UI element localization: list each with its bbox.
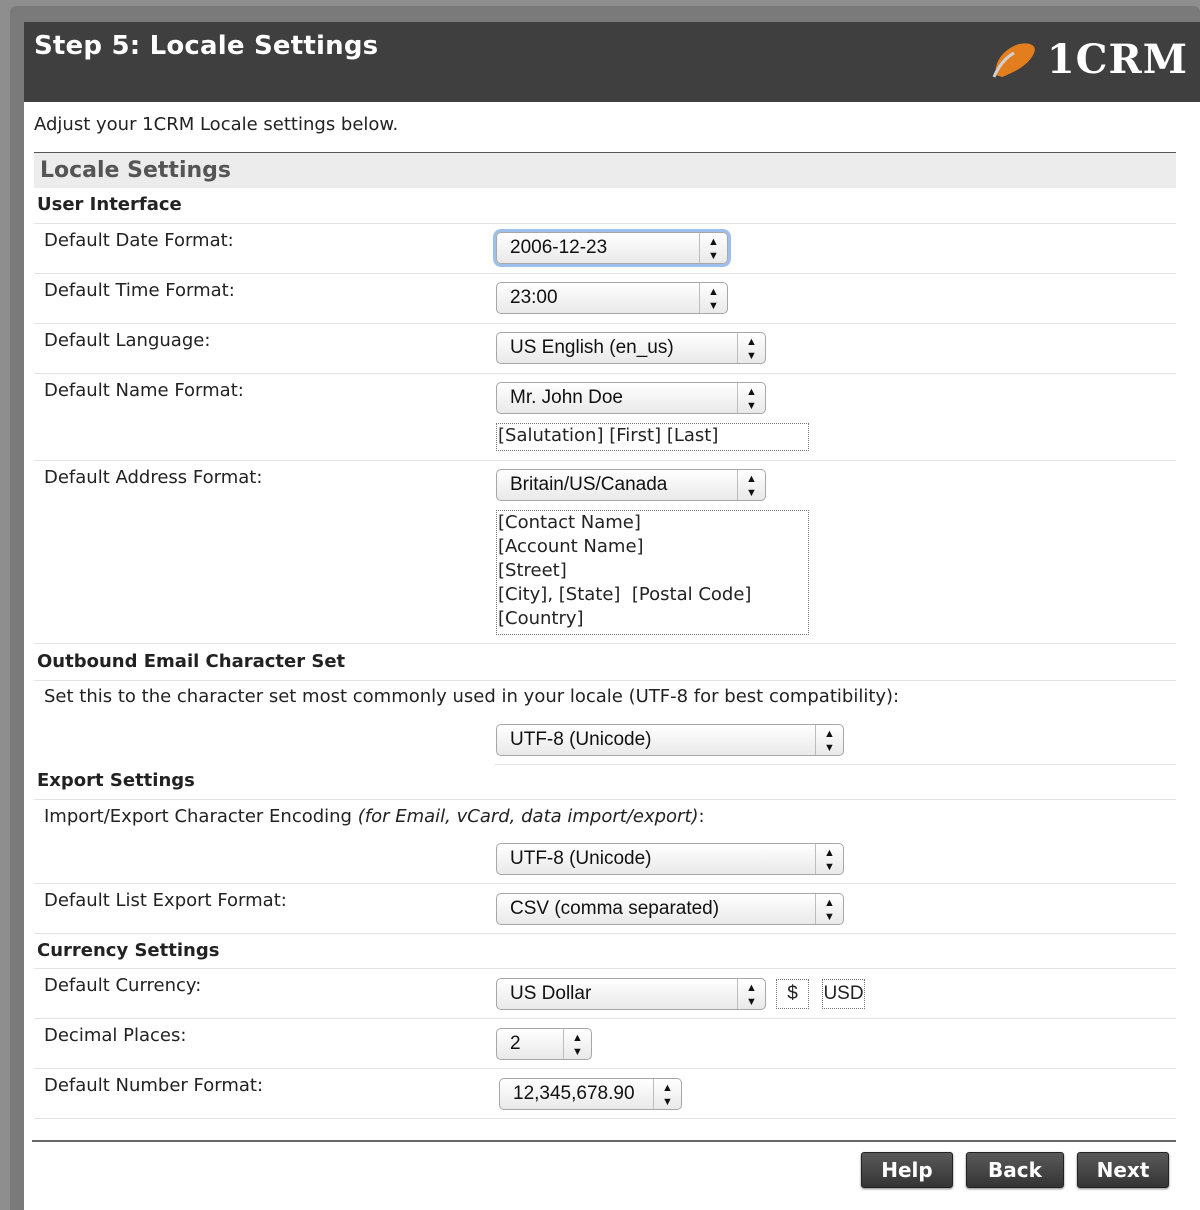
divider [34, 1018, 1176, 1019]
language-select[interactable]: US English (en_us) ▲ ▼ [496, 332, 766, 364]
currency-select[interactable]: US Dollar ▲ ▼ [496, 978, 766, 1010]
logo-text: 1CRM [1046, 36, 1188, 83]
divider [34, 1068, 1176, 1069]
export-encoding-select[interactable]: UTF-8 (Unicode) ▲ ▼ [496, 843, 844, 875]
divider [34, 223, 1176, 224]
name-format-preview[interactable]: [Salutation] [First] [Last] [496, 423, 809, 451]
language-label: Default Language: [44, 330, 211, 351]
divider [34, 323, 1176, 324]
date-format-value: 2006-12-23 [510, 237, 608, 258]
export-encoding-value: UTF-8 (Unicode) [510, 848, 652, 869]
export-encoding-label: Import/Export Character Encoding (for Em… [44, 806, 705, 827]
address-format-preview[interactable]: [Contact Name] [Account Name] [Street] [… [496, 510, 809, 635]
name-format-value: Mr. John Doe [510, 387, 623, 408]
outbound-email-heading: Outbound Email Character Set [37, 651, 346, 672]
export-settings-heading: Export Settings [37, 770, 195, 791]
help-button[interactable]: Help [861, 1152, 953, 1188]
number-format-label: Default Number Format: [44, 1075, 264, 1096]
divider [34, 933, 1176, 934]
language-value: US English (en_us) [510, 337, 674, 358]
divider [34, 273, 1176, 274]
divider [34, 643, 1176, 644]
select-arrows-icon: ▲ ▼ [563, 1029, 591, 1059]
divider [34, 968, 1176, 969]
select-arrows-icon: ▲ ▼ [699, 283, 727, 313]
divider [494, 764, 1176, 765]
back-button[interactable]: Back [966, 1152, 1064, 1188]
currency-code-field[interactable]: USD [822, 979, 865, 1009]
decimal-places-select[interactable]: 2 ▲ ▼ [496, 1028, 592, 1060]
select-arrows-icon: ▲ ▼ [815, 894, 843, 924]
currency-value: US Dollar [510, 983, 592, 1004]
outbound-charset-select[interactable]: UTF-8 (Unicode) ▲ ▼ [496, 724, 844, 756]
next-button[interactable]: Next [1077, 1152, 1169, 1188]
date-format-select[interactable]: 2006-12-23 ▲ ▼ [496, 232, 728, 264]
list-export-select[interactable]: CSV (comma separated) ▲ ▼ [496, 893, 844, 925]
number-format-value: 12,345,678.90 [513, 1083, 635, 1104]
time-format-select[interactable]: 23:00 ▲ ▼ [496, 282, 728, 314]
section-header: Locale Settings [34, 152, 1176, 188]
select-arrows-icon: ▲ ▼ [737, 383, 765, 413]
currency-label: Default Currency: [44, 975, 202, 996]
list-export-value: CSV (comma separated) [510, 898, 720, 919]
page-title: Step 5: Locale Settings [34, 31, 379, 61]
outbound-charset-value: UTF-8 (Unicode) [510, 729, 652, 750]
time-format-label: Default Time Format: [44, 280, 235, 301]
select-arrows-icon: ▲ ▼ [737, 333, 765, 363]
address-format-value: Britain/US/Canada [510, 474, 668, 495]
name-format-label: Default Name Format: [44, 380, 244, 401]
select-arrows-icon: ▲ ▼ [815, 844, 843, 874]
section-title: Locale Settings [40, 158, 231, 183]
footer-divider [32, 1140, 1176, 1142]
brand-logo: 1CRM [988, 36, 1188, 83]
decimal-places-value: 2 [510, 1033, 521, 1054]
export-encoding-suffix: : [698, 806, 705, 827]
select-arrows-icon: ▲ ▼ [737, 470, 765, 500]
decimal-places-label: Decimal Places: [44, 1025, 187, 1046]
date-format-label: Default Date Format: [44, 230, 234, 251]
select-arrows-icon: ▲ ▼ [815, 725, 843, 755]
flame-icon [992, 43, 1035, 78]
select-arrows-icon: ▲ ▼ [699, 233, 727, 263]
title-bar: Step 5: Locale Settings 1CRM [24, 22, 1200, 102]
divider [34, 373, 1176, 374]
number-format-select[interactable]: 12,345,678.90 ▲ ▼ [499, 1078, 682, 1110]
installer-window: Step 5: Locale Settings 1CRM Adjust your… [24, 22, 1200, 1210]
export-encoding-note: (for Email, vCard, data import/export) [357, 806, 699, 827]
select-arrows-icon: ▲ ▼ [653, 1079, 681, 1109]
divider [34, 680, 1176, 681]
select-arrows-icon: ▲ ▼ [737, 979, 765, 1009]
outbound-email-description: Set this to the character set most commo… [44, 686, 900, 707]
currency-settings-heading: Currency Settings [37, 940, 220, 961]
address-format-label: Default Address Format: [44, 467, 263, 488]
time-format-value: 23:00 [510, 287, 558, 308]
intro-text: Adjust your 1CRM Locale settings below. [34, 114, 399, 135]
user-interface-heading: User Interface [37, 194, 182, 215]
divider [34, 1118, 1176, 1119]
address-format-select[interactable]: Britain/US/Canada ▲ ▼ [496, 469, 766, 501]
list-export-label: Default List Export Format: [44, 890, 287, 911]
divider [34, 883, 1176, 884]
export-encoding-label-text: Import/Export Character Encoding [44, 806, 358, 827]
divider [34, 799, 1176, 800]
currency-symbol-field[interactable]: $ [776, 979, 809, 1009]
name-format-select[interactable]: Mr. John Doe ▲ ▼ [496, 382, 766, 414]
divider [34, 460, 1176, 461]
